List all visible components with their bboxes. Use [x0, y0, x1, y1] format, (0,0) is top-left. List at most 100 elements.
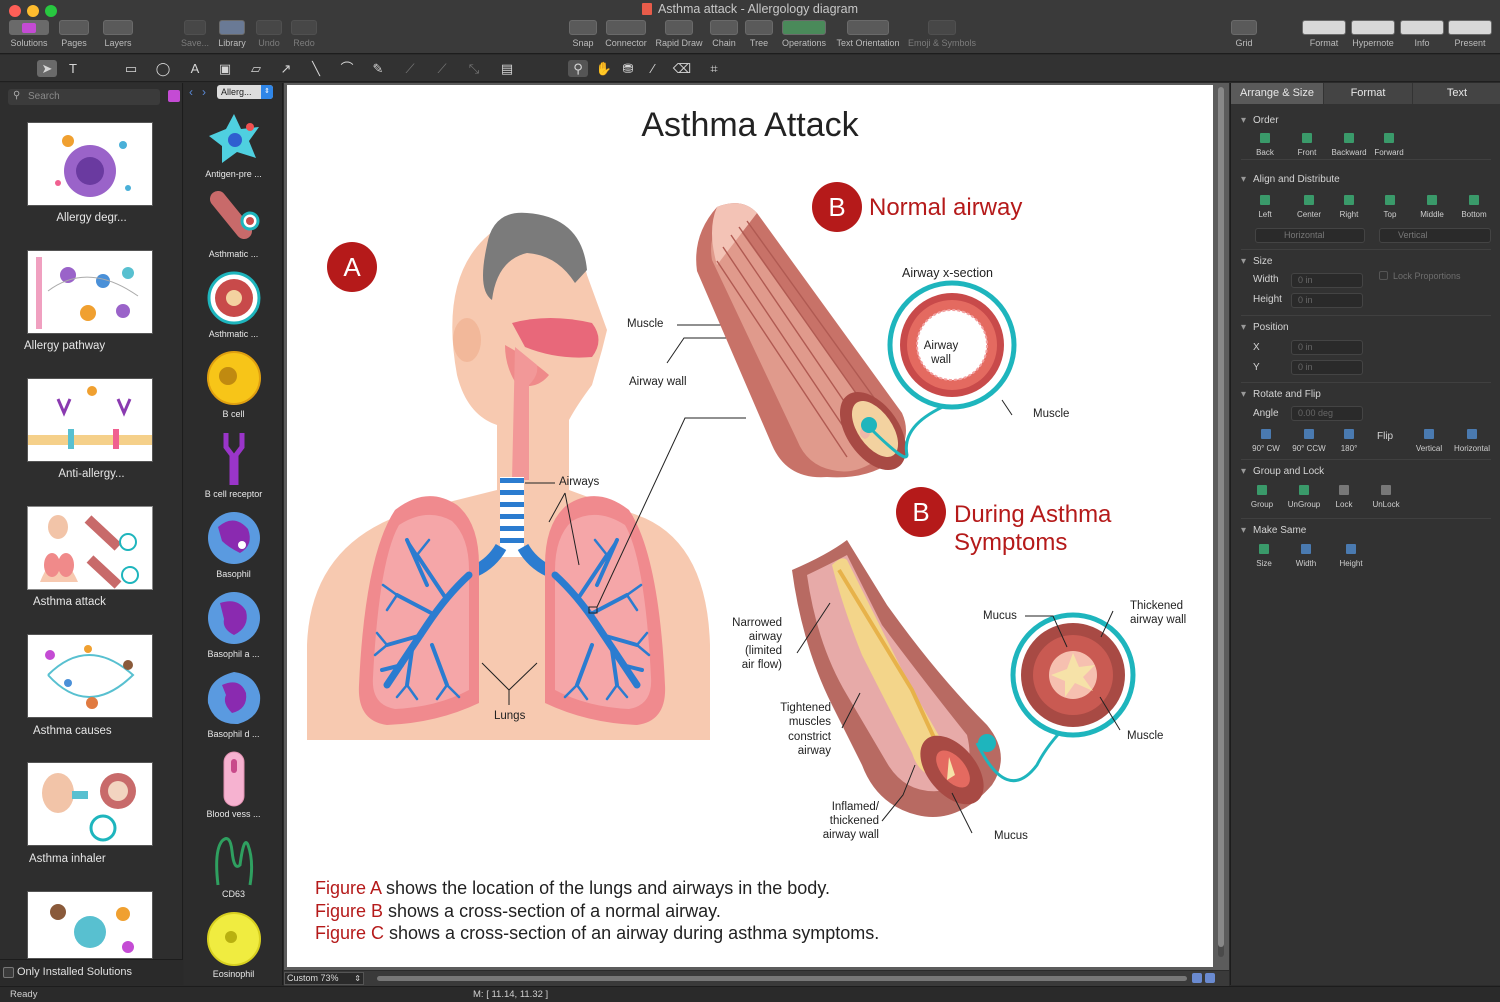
label-thickened-line1[interactable]: Thickened — [1130, 599, 1183, 613]
group-button[interactable]: Group — [1247, 485, 1277, 509]
section-order[interactable]: Order — [1241, 115, 1278, 126]
rotate-90cw-button[interactable]: 90° CW — [1249, 429, 1283, 453]
label-muscle-xsection[interactable]: Muscle — [1033, 407, 1069, 421]
diagram-page[interactable]: Asthma Attack A B B Normal airway During… — [287, 85, 1213, 967]
redo-button[interactable]: Redo — [288, 20, 320, 48]
zoom-select[interactable]: Custom 73% ⇕ — [284, 972, 364, 985]
solution-label-allergy-pathway[interactable]: Allergy pathway — [0, 340, 183, 352]
normal-airway-heading[interactable]: Normal airway — [869, 194, 1022, 222]
library-item-asthmatic-2[interactable]: Asthmatic ... — [184, 271, 283, 339]
library-item-eosinophil[interactable]: Eosinophil — [184, 911, 283, 979]
label-narrowed-line2[interactable]: airway — [717, 630, 782, 644]
section-position[interactable]: Position — [1241, 322, 1288, 333]
tab-arrange-size[interactable]: Arrange & Size — [1231, 83, 1323, 104]
tab-format[interactable]: Format — [1323, 83, 1412, 104]
page-next-icon[interactable] — [1205, 973, 1215, 983]
only-installed-label[interactable]: Only Installed Solutions — [17, 966, 132, 978]
label-mucus-bottom[interactable]: Mucus — [994, 829, 1028, 843]
page-prev-icon[interactable] — [1192, 973, 1202, 983]
flip-horizontal-button[interactable]: Horizontal — [1451, 429, 1493, 453]
library-item-cd63[interactable]: CD63 — [184, 831, 283, 899]
library-back-icon[interactable]: ‹ — [189, 85, 193, 99]
width-field[interactable]: 0 in — [1291, 273, 1363, 288]
label-thickened-line2[interactable]: airway wall — [1130, 613, 1186, 627]
solution-thumb-allergy-pathway[interactable] — [27, 250, 153, 334]
save-button[interactable]: Save... — [178, 20, 212, 48]
label-lungs[interactable]: Lungs — [494, 709, 525, 723]
library-item-antigen-pre[interactable]: Antigen-pre ... — [184, 111, 283, 179]
section-make-same[interactable]: Make Same — [1241, 525, 1306, 536]
caption-line-2[interactable]: Figure B shows a cross-section of a norm… — [315, 900, 721, 922]
label-airway-x-section[interactable]: Airway x-section — [902, 266, 993, 280]
flip-vertical-button[interactable]: Vertical — [1411, 429, 1447, 453]
section-group-lock[interactable]: Group and Lock — [1241, 466, 1324, 477]
rapid-draw-button[interactable]: Rapid Draw — [652, 20, 706, 48]
caption-line-1[interactable]: Figure A shows the location of the lungs… — [315, 877, 830, 899]
library-item-asthmatic-1[interactable]: Asthmatic ... — [184, 191, 283, 259]
solution-label-anti-allergy[interactable]: Anti-allergy... — [0, 468, 183, 480]
format-painter-tool-icon[interactable]: ⌫ — [672, 60, 692, 77]
line-tool-icon[interactable]: ╲ — [306, 60, 326, 77]
caption-line-3[interactable]: Figure C shows a cross-section of an air… — [315, 922, 879, 944]
solution-thumb-next[interactable] — [27, 891, 153, 959]
bezier-tool-icon[interactable]: ⟋ — [400, 60, 420, 77]
library-item-basophil-d[interactable]: Basophil d ... — [184, 671, 283, 739]
y-field[interactable]: 0 in — [1291, 360, 1363, 375]
order-front-button[interactable]: Front — [1291, 133, 1323, 157]
search-input[interactable]: ⚲ Search — [8, 89, 160, 105]
hypernote-button[interactable]: Hypernote — [1350, 20, 1396, 48]
vertical-scrollbar-thumb[interactable] — [1218, 87, 1224, 947]
label-xsection-wall[interactable]: wall — [923, 353, 959, 367]
distribute-horizontal-select[interactable]: Horizontal — [1255, 228, 1365, 243]
label-tightened-line3[interactable]: constrict — [759, 730, 831, 744]
callout-tool-icon[interactable]: ▱ — [246, 60, 266, 77]
library-item-b-cell[interactable]: B cell — [184, 351, 283, 419]
solutions-store-icon[interactable] — [168, 90, 180, 102]
stamp-tool-icon[interactable]: ⛃ — [618, 60, 638, 77]
unlock-button[interactable]: UnLock — [1369, 485, 1403, 509]
connector-button[interactable]: Connector — [602, 20, 650, 48]
layers-button[interactable]: Layers — [98, 20, 138, 48]
lock-proportions-label[interactable]: Lock Proportions — [1393, 271, 1461, 281]
text-block-tool-icon[interactable]: A — [185, 60, 205, 77]
label-inflamed-line2[interactable]: thickened — [807, 814, 879, 828]
tab-text[interactable]: Text — [1412, 83, 1500, 104]
make-same-size-button[interactable]: Size — [1249, 544, 1279, 568]
spline-tool-icon[interactable]: ⟋ — [432, 60, 452, 77]
library-item-b-cell-receptor[interactable]: B cell receptor — [184, 431, 283, 499]
badge-b-letter[interactable]: B — [812, 193, 862, 221]
info-button[interactable]: Info — [1398, 20, 1446, 48]
pointer-tool-icon[interactable]: ➤ — [37, 60, 57, 77]
order-backward-button[interactable]: Backward — [1327, 133, 1371, 157]
section-size[interactable]: Size — [1241, 256, 1273, 267]
make-same-height-button[interactable]: Height — [1333, 544, 1369, 568]
label-inflamed-line1[interactable]: Inflamed/ — [807, 800, 879, 814]
format-button[interactable]: Format — [1300, 20, 1348, 48]
angle-field[interactable]: 0.00 deg — [1291, 406, 1363, 421]
height-field[interactable]: 0 in — [1291, 293, 1363, 308]
text-box-tool-icon[interactable]: ▣ — [215, 60, 235, 77]
table-tool-icon[interactable]: ▤ — [497, 60, 517, 77]
label-tightened-line2[interactable]: muscles — [759, 715, 831, 729]
solution-thumb-anti-allergy[interactable] — [27, 378, 153, 462]
operations-button[interactable]: Operations — [778, 20, 830, 48]
snap-button[interactable]: Snap — [566, 20, 600, 48]
align-bottom-button[interactable]: Bottom — [1456, 195, 1492, 219]
solution-label-asthma-causes[interactable]: Asthma causes — [0, 725, 183, 737]
during-asthma-heading-line2[interactable]: Symptoms — [954, 529, 1067, 557]
zoom-tool-icon[interactable]: ⚲ — [568, 60, 588, 77]
grid-button[interactable]: Grid — [1230, 20, 1258, 48]
label-narrowed-line3[interactable]: (limited — [717, 644, 782, 658]
label-airway-wall[interactable]: Airway wall — [629, 375, 687, 389]
solution-thumb-asthma-inhaler[interactable] — [27, 762, 153, 846]
order-back-button[interactable]: Back — [1249, 133, 1281, 157]
horizontal-scrollbar-thumb[interactable] — [377, 976, 1187, 981]
align-left-button[interactable]: Left — [1249, 195, 1281, 219]
label-tightened-line4[interactable]: airway — [759, 744, 831, 758]
order-forward-button[interactable]: Forward — [1371, 133, 1407, 157]
text-tool-icon[interactable]: T — [63, 60, 83, 77]
solution-label-asthma-inhaler[interactable]: Asthma inhaler — [0, 853, 183, 865]
vertical-scrollbar[interactable] — [1218, 87, 1224, 957]
lock-button[interactable]: Lock — [1331, 485, 1357, 509]
solution-thumb-asthma-causes[interactable] — [27, 634, 153, 718]
